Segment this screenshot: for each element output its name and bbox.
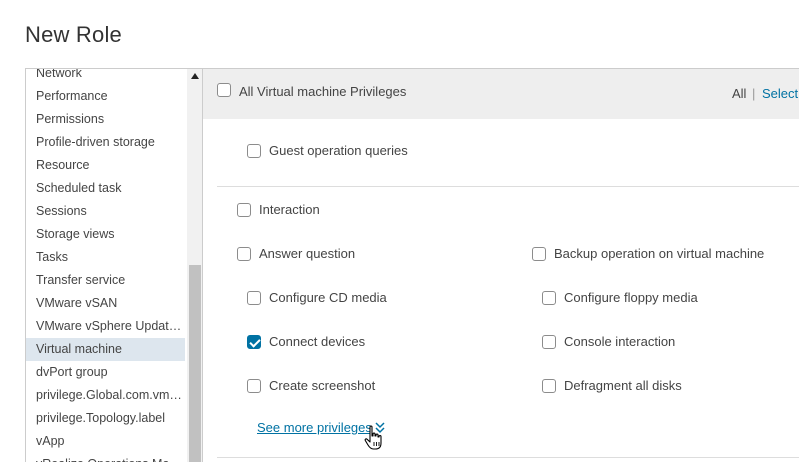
checkbox[interactable] [247, 334, 261, 349]
privilege-console-interaction[interactable]: Console interaction [542, 334, 675, 349]
category-item[interactable]: VMware vSphere Update Manager [26, 315, 186, 338]
privilege-defragment-all-disks[interactable]: Defragment all disks [542, 378, 682, 393]
privilege-label: Configure CD media [269, 290, 387, 305]
filter-separator: | [752, 86, 756, 101]
checkbox[interactable] [237, 246, 251, 261]
privilege-label: Backup operation on virtual machine [554, 246, 765, 261]
category-item[interactable]: Transfer service [26, 269, 186, 292]
privilege-label: Connect devices [269, 334, 366, 349]
section-divider [217, 457, 799, 458]
privilege-label: Create screenshot [269, 378, 376, 393]
checkbox[interactable] [247, 378, 261, 393]
checkbox[interactable] [542, 378, 556, 393]
privilege-configure-cd-media[interactable]: Configure CD media [247, 290, 387, 305]
checkbox[interactable] [247, 143, 261, 158]
category-item[interactable]: Scheduled task [26, 177, 186, 200]
scrollbar-thumb[interactable] [189, 265, 201, 462]
privilege-answer-question[interactable]: Answer question [237, 246, 355, 261]
dialog-title: New Role [25, 22, 122, 47]
hand-pointer-cursor-icon [364, 425, 382, 450]
checkbox[interactable] [542, 334, 556, 349]
new-role-dialog: New Role Network Performance Permissions Pr… [0, 0, 799, 462]
checkbox[interactable] [542, 290, 556, 305]
privilege-connect-devices[interactable]: Connect devices [247, 334, 365, 349]
category-item[interactable]: Virtual machine [26, 338, 185, 361]
all-privileges-label: All Virtual machine Privileges [239, 84, 407, 99]
category-item[interactable]: vApp [26, 430, 186, 453]
privilege-label: Configure floppy media [564, 290, 698, 305]
category-item[interactable]: Tasks [26, 246, 186, 269]
checkbox[interactable] [532, 246, 546, 261]
privilege-guest-operation-queries[interactable]: Guest operation queries [247, 143, 408, 158]
privilege-backup-operation[interactable]: Backup operation on virtual machine [532, 246, 764, 261]
category-item[interactable]: privilege.Global.com.vmware [26, 384, 186, 407]
category-item[interactable]: Storage views [26, 223, 186, 246]
privilege-label: Interaction [259, 202, 320, 217]
privilege-label: Guest operation queries [269, 143, 408, 158]
privileges-header: All Virtual machine Privileges All | Sel… [203, 69, 799, 119]
section-divider [217, 186, 799, 187]
privileges-panel: All Virtual machine Privileges All | Sel… [203, 68, 799, 462]
category-item[interactable]: Network [26, 69, 186, 85]
all-privileges-checkbox[interactable] [217, 83, 231, 97]
category-item[interactable]: Permissions [26, 108, 186, 131]
category-item[interactable]: Sessions [26, 200, 186, 223]
category-list-panel: Network Performance Permissions Profile-dri… [25, 68, 203, 462]
checkbox[interactable] [247, 290, 261, 305]
all-filter-link[interactable]: All [732, 86, 746, 101]
category-list: Network Performance Permissions Profile-dri… [26, 69, 188, 462]
category-item[interactable]: privilege.Topology.label [26, 407, 186, 430]
checkbox[interactable] [237, 202, 251, 217]
category-item[interactable]: VMware vSAN [26, 292, 186, 315]
privilege-label: Answer question [259, 246, 356, 261]
category-scrollbar[interactable] [187, 69, 202, 462]
privilege-label: Console interaction [564, 334, 676, 349]
category-item[interactable]: Profile-driven storage [26, 131, 186, 154]
privilege-label: Defragment all disks [564, 378, 682, 393]
category-item[interactable]: dvPort group [26, 361, 186, 384]
category-item[interactable]: Resource [26, 154, 186, 177]
category-item[interactable]: Performance [26, 85, 186, 108]
scroll-up-arrow-icon[interactable] [191, 73, 199, 79]
privilege-create-screenshot[interactable]: Create screenshot [247, 378, 375, 393]
privilege-configure-floppy-media[interactable]: Configure floppy media [542, 290, 698, 305]
category-item[interactable]: vRealize Operations Manager [26, 453, 186, 462]
privilege-group-interaction[interactable]: Interaction [237, 202, 320, 217]
selected-filter-link[interactable]: Select [762, 86, 798, 101]
see-more-label: See more privileges [257, 420, 372, 435]
